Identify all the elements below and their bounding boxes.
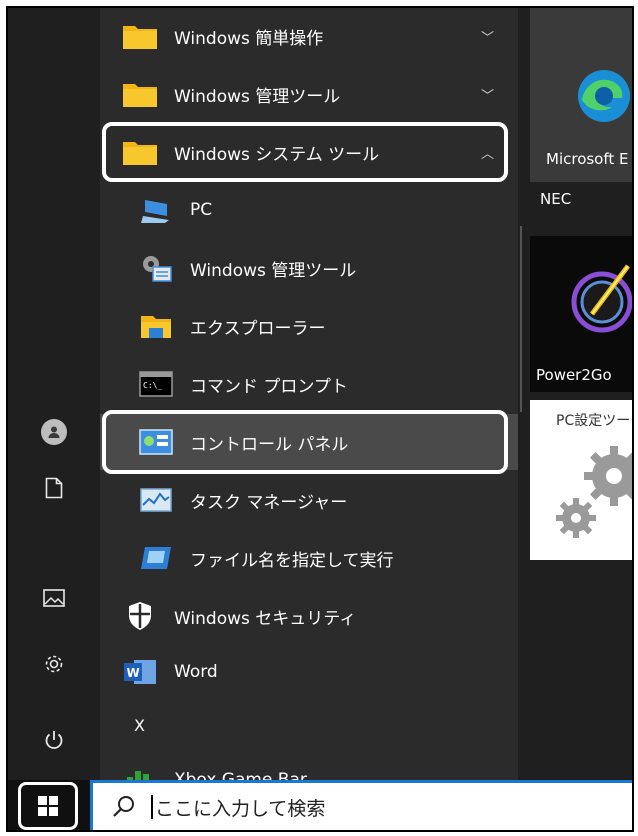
app-pc[interactable]: PC [100,182,518,238]
user-account-button[interactable] [36,414,72,450]
chevron-down-icon: ﹀ [480,30,494,46]
command-prompt-icon: C:\_ [136,368,176,400]
settings-icon [45,655,63,673]
chevron-down-icon: ﹀ [480,88,494,104]
letter-header-x[interactable]: X [134,716,145,735]
app-label: コントロール パネル [190,434,349,455]
tile-microsoft-edge[interactable]: Microsoft E [530,8,632,182]
app-label: Windows 管理ツール [190,260,357,281]
tile-area: Microsoft E NEC Power2Go PC設定ツー [518,8,632,780]
app-label: Windows 管理ツール [174,86,341,107]
app-control-panel[interactable]: コントロール パネル [100,414,518,470]
tile-power2go[interactable]: Power2Go [530,236,632,392]
app-run[interactable]: ファイル名を指定して実行 [100,530,518,586]
search-placeholder: ここに入力して検索 [155,797,326,820]
app-label: タスク マネージャー [190,492,348,513]
app-task-manager[interactable]: タスク マネージャー [100,472,518,528]
folder-windows-system-tools[interactable]: Windows システム ツール ︿ [100,124,518,180]
taskbar-search-box[interactable]: ここに入力して検索 [90,780,632,830]
run-icon [136,542,176,574]
scrollbar[interactable] [520,226,522,412]
windows-logo-icon [38,796,58,816]
power2go-icon [571,264,632,333]
app-label: Windows システム ツール [174,144,380,165]
start-button[interactable] [18,782,78,830]
tile-label: PC設定ツー [556,413,631,429]
taskbar: ここに入力して検索 [8,780,632,830]
control-panel-icon [136,426,176,458]
app-command-prompt[interactable]: C:\_ コマンド プロンプト [100,356,518,412]
admin-tools-icon [136,252,176,284]
tile-group-nec: NEC [540,190,572,208]
pictures-button[interactable] [36,580,72,616]
svg-text:C:\_: C:\_ [143,381,162,390]
tile-label: Microsoft E [546,150,629,168]
app-list: Windows 簡単操作 ﹀ Windows 管理ツール ﹀ Windows シ… [100,8,518,795]
folder-icon [120,20,160,52]
app-label: PC [190,200,213,220]
document-icon [45,477,63,499]
search-icon [113,796,134,817]
settings-button[interactable] [36,646,72,682]
task-manager-icon [136,484,176,516]
pictures-icon [43,589,65,607]
edge-icon [578,70,630,122]
gear-icon [556,446,632,538]
explorer-icon [136,310,176,342]
tile-pc-settings-tool[interactable]: PC設定ツー [530,400,632,560]
svg-text:W: W [127,666,140,680]
text-caret [151,795,153,819]
user-icon [41,419,67,445]
app-windows-security[interactable]: Windows セキュリティ [100,588,518,644]
tile-label: Power2Go [536,366,612,384]
app-label: コマンド プロンプト [190,376,348,397]
word-icon: W [120,656,160,688]
app-label: エクスプローラー [190,318,326,339]
folder-windows-accessibility[interactable]: Windows 簡単操作 ﹀ [100,8,518,64]
app-label: Word [174,662,218,682]
shield-icon [120,600,160,632]
app-word[interactable]: W Word [100,644,518,700]
pc-icon [136,194,176,226]
app-label: Windows 簡単操作 [174,28,324,49]
folder-icon [120,78,160,110]
chevron-up-icon: ︿ [480,146,494,162]
app-windows-admin-tools[interactable]: Windows 管理ツール [100,240,518,296]
start-menu-rail [8,8,100,780]
folder-icon [120,136,160,168]
folder-windows-admin-tools[interactable]: Windows 管理ツール ﹀ [100,66,518,122]
power-button[interactable] [36,722,72,758]
app-label: Windows セキュリティ [174,608,357,629]
power-icon [45,731,63,749]
app-label: ファイル名を指定して実行 [190,550,394,571]
documents-button[interactable] [36,470,72,506]
app-explorer[interactable]: エクスプローラー [100,298,518,354]
start-menu-screenshot: Windows 簡単操作 ﹀ Windows 管理ツール ﹀ Windows シ… [6,6,634,832]
